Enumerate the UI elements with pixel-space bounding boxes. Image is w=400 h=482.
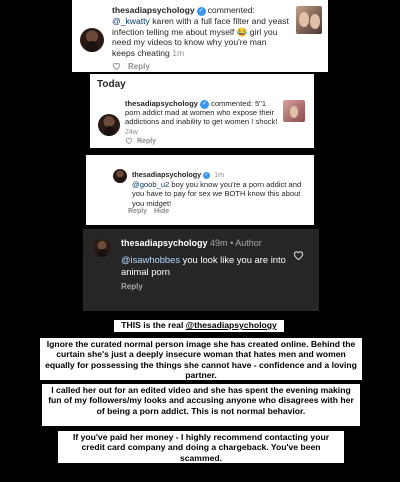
caption-paragraph-3: If you've paid her money - I highly reco… bbox=[58, 431, 344, 463]
post-thumbnail[interactable] bbox=[283, 100, 305, 122]
avatar[interactable] bbox=[113, 169, 127, 183]
section-header-today: Today bbox=[97, 79, 126, 90]
comment-action: commented: bbox=[207, 5, 255, 15]
comment-body: @isawhobbes you look like you are into a… bbox=[121, 254, 293, 278]
comment-header: thesadiapsychology 49m • Author bbox=[121, 238, 262, 249]
post-thumbnail[interactable] bbox=[296, 6, 322, 34]
username[interactable]: thesadiapsychology bbox=[132, 170, 201, 179]
comment-body: thesadiapsychology ✓ commented: @_kwatty k… bbox=[112, 5, 290, 58]
mention-link[interactable]: @_kwatty bbox=[112, 16, 150, 26]
comment-body: @goob_u2 boy you know you're a porn addi… bbox=[132, 180, 306, 208]
heart-icon[interactable] bbox=[293, 250, 304, 260]
comment-card-1: thesadiapsychology ✓ commented: @_kwatty k… bbox=[72, 0, 328, 72]
mention-link[interactable]: @goob_u2 bbox=[132, 180, 169, 189]
caption-headline: THIS is the real @thesadiapsychology bbox=[114, 320, 284, 332]
comment-card-2: Today thesadiapsychology ✓ commented: 5"1 … bbox=[90, 74, 314, 148]
comment-body: thesadiapsychology ✓ commented: 5"1 porn a… bbox=[125, 99, 279, 126]
laughing-emoji-icon: 😂 bbox=[236, 26, 248, 37]
verified-badge-icon: ✓ bbox=[196, 7, 206, 16]
heart-icon[interactable] bbox=[112, 62, 121, 70]
caption-paragraph-2: I called her out for an edited video and… bbox=[42, 384, 360, 426]
reply-button[interactable]: Reply bbox=[128, 62, 150, 71]
timestamp: 49m bbox=[210, 238, 228, 248]
heart-icon[interactable] bbox=[125, 137, 133, 144]
hide-button[interactable]: Hide bbox=[154, 208, 169, 215]
caption-handle-link[interactable]: @thesadiapsychology bbox=[186, 320, 277, 330]
author-badge: • Author bbox=[230, 238, 262, 248]
timestamp: 24w bbox=[125, 129, 138, 136]
username[interactable]: thesadiapsychology bbox=[125, 99, 198, 108]
caption-text: I called her out for an edited video and… bbox=[48, 385, 354, 416]
verified-badge-icon: ✓ bbox=[203, 172, 211, 179]
avatar[interactable] bbox=[98, 114, 120, 136]
avatar[interactable] bbox=[80, 28, 104, 52]
avatar[interactable] bbox=[93, 239, 111, 257]
comment-card-3: thesadiapsychology ✓ 1m @goob_u2 boy you … bbox=[86, 155, 314, 225]
mention-link[interactable]: @isawhobbes bbox=[121, 254, 180, 265]
caption-text: If you've paid her money - I highly reco… bbox=[72, 432, 330, 463]
reply-button[interactable]: Reply bbox=[137, 138, 156, 145]
timestamp: 1m bbox=[172, 47, 185, 58]
timestamp: 1m bbox=[214, 170, 225, 179]
caption-paragraph-1: Ignore the curated normal person image s… bbox=[40, 338, 362, 380]
caption-text: Ignore the curated normal person image s… bbox=[45, 339, 357, 381]
username[interactable]: thesadiapsychology bbox=[121, 238, 208, 248]
username[interactable]: thesadiapsychology bbox=[112, 5, 195, 15]
comment-action: commented: bbox=[211, 99, 253, 108]
comment-card-4: thesadiapsychology 49m • Author @isawhob… bbox=[83, 229, 319, 311]
comment-header: thesadiapsychology ✓ 1m bbox=[132, 170, 224, 179]
caption-text: THIS is the real bbox=[121, 320, 184, 330]
reply-button[interactable]: Reply bbox=[121, 282, 143, 291]
reply-button[interactable]: Reply bbox=[128, 208, 147, 215]
